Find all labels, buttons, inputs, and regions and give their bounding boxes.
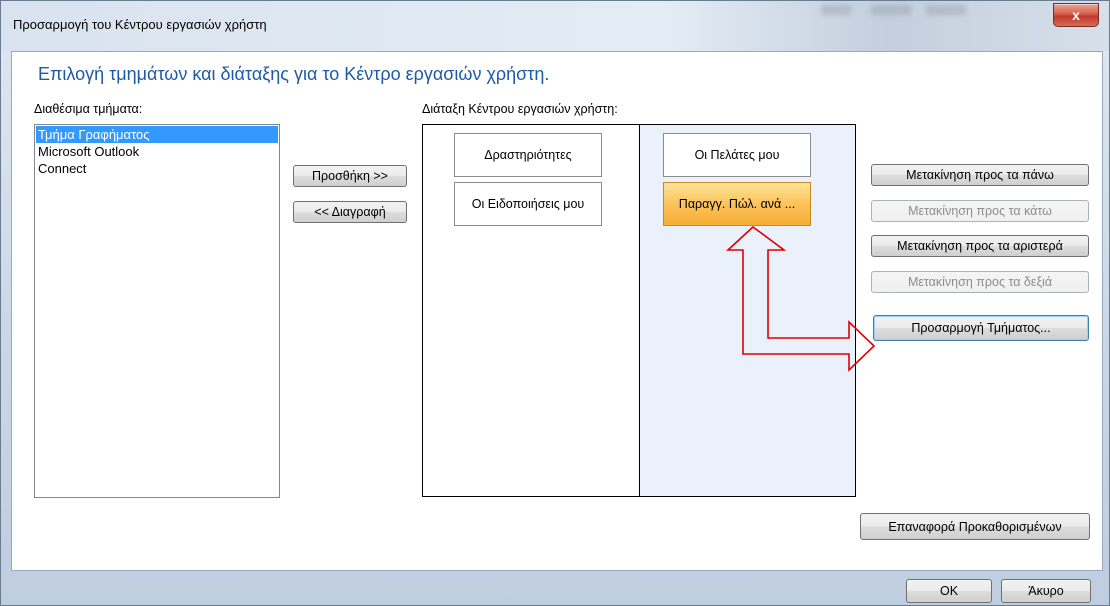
- dialog-window: Προσαρμογή του Κέντρου εργασιών χρήστη x…: [0, 0, 1110, 606]
- window-title: Προσαρμογή του Κέντρου εργασιών χρήστη: [13, 17, 267, 32]
- background-blur: [871, 5, 911, 15]
- annotation-arrow-icon: [725, 225, 876, 372]
- cancel-button[interactable]: Άκυρο: [1001, 579, 1091, 603]
- close-button[interactable]: x: [1053, 3, 1099, 27]
- button-bar: OK Άκυρο: [1, 573, 1109, 605]
- title-bar[interactable]: Προσαρμογή του Κέντρου εργασιών χρήστη x: [1, 1, 1109, 51]
- background-blur: [821, 5, 851, 15]
- dialog-content: Επιλογή τμημάτων και διάταξης για το Κέν…: [11, 51, 1103, 571]
- close-icon: x: [1072, 7, 1080, 23]
- background-blur: [926, 5, 966, 15]
- ok-button[interactable]: OK: [906, 579, 992, 603]
